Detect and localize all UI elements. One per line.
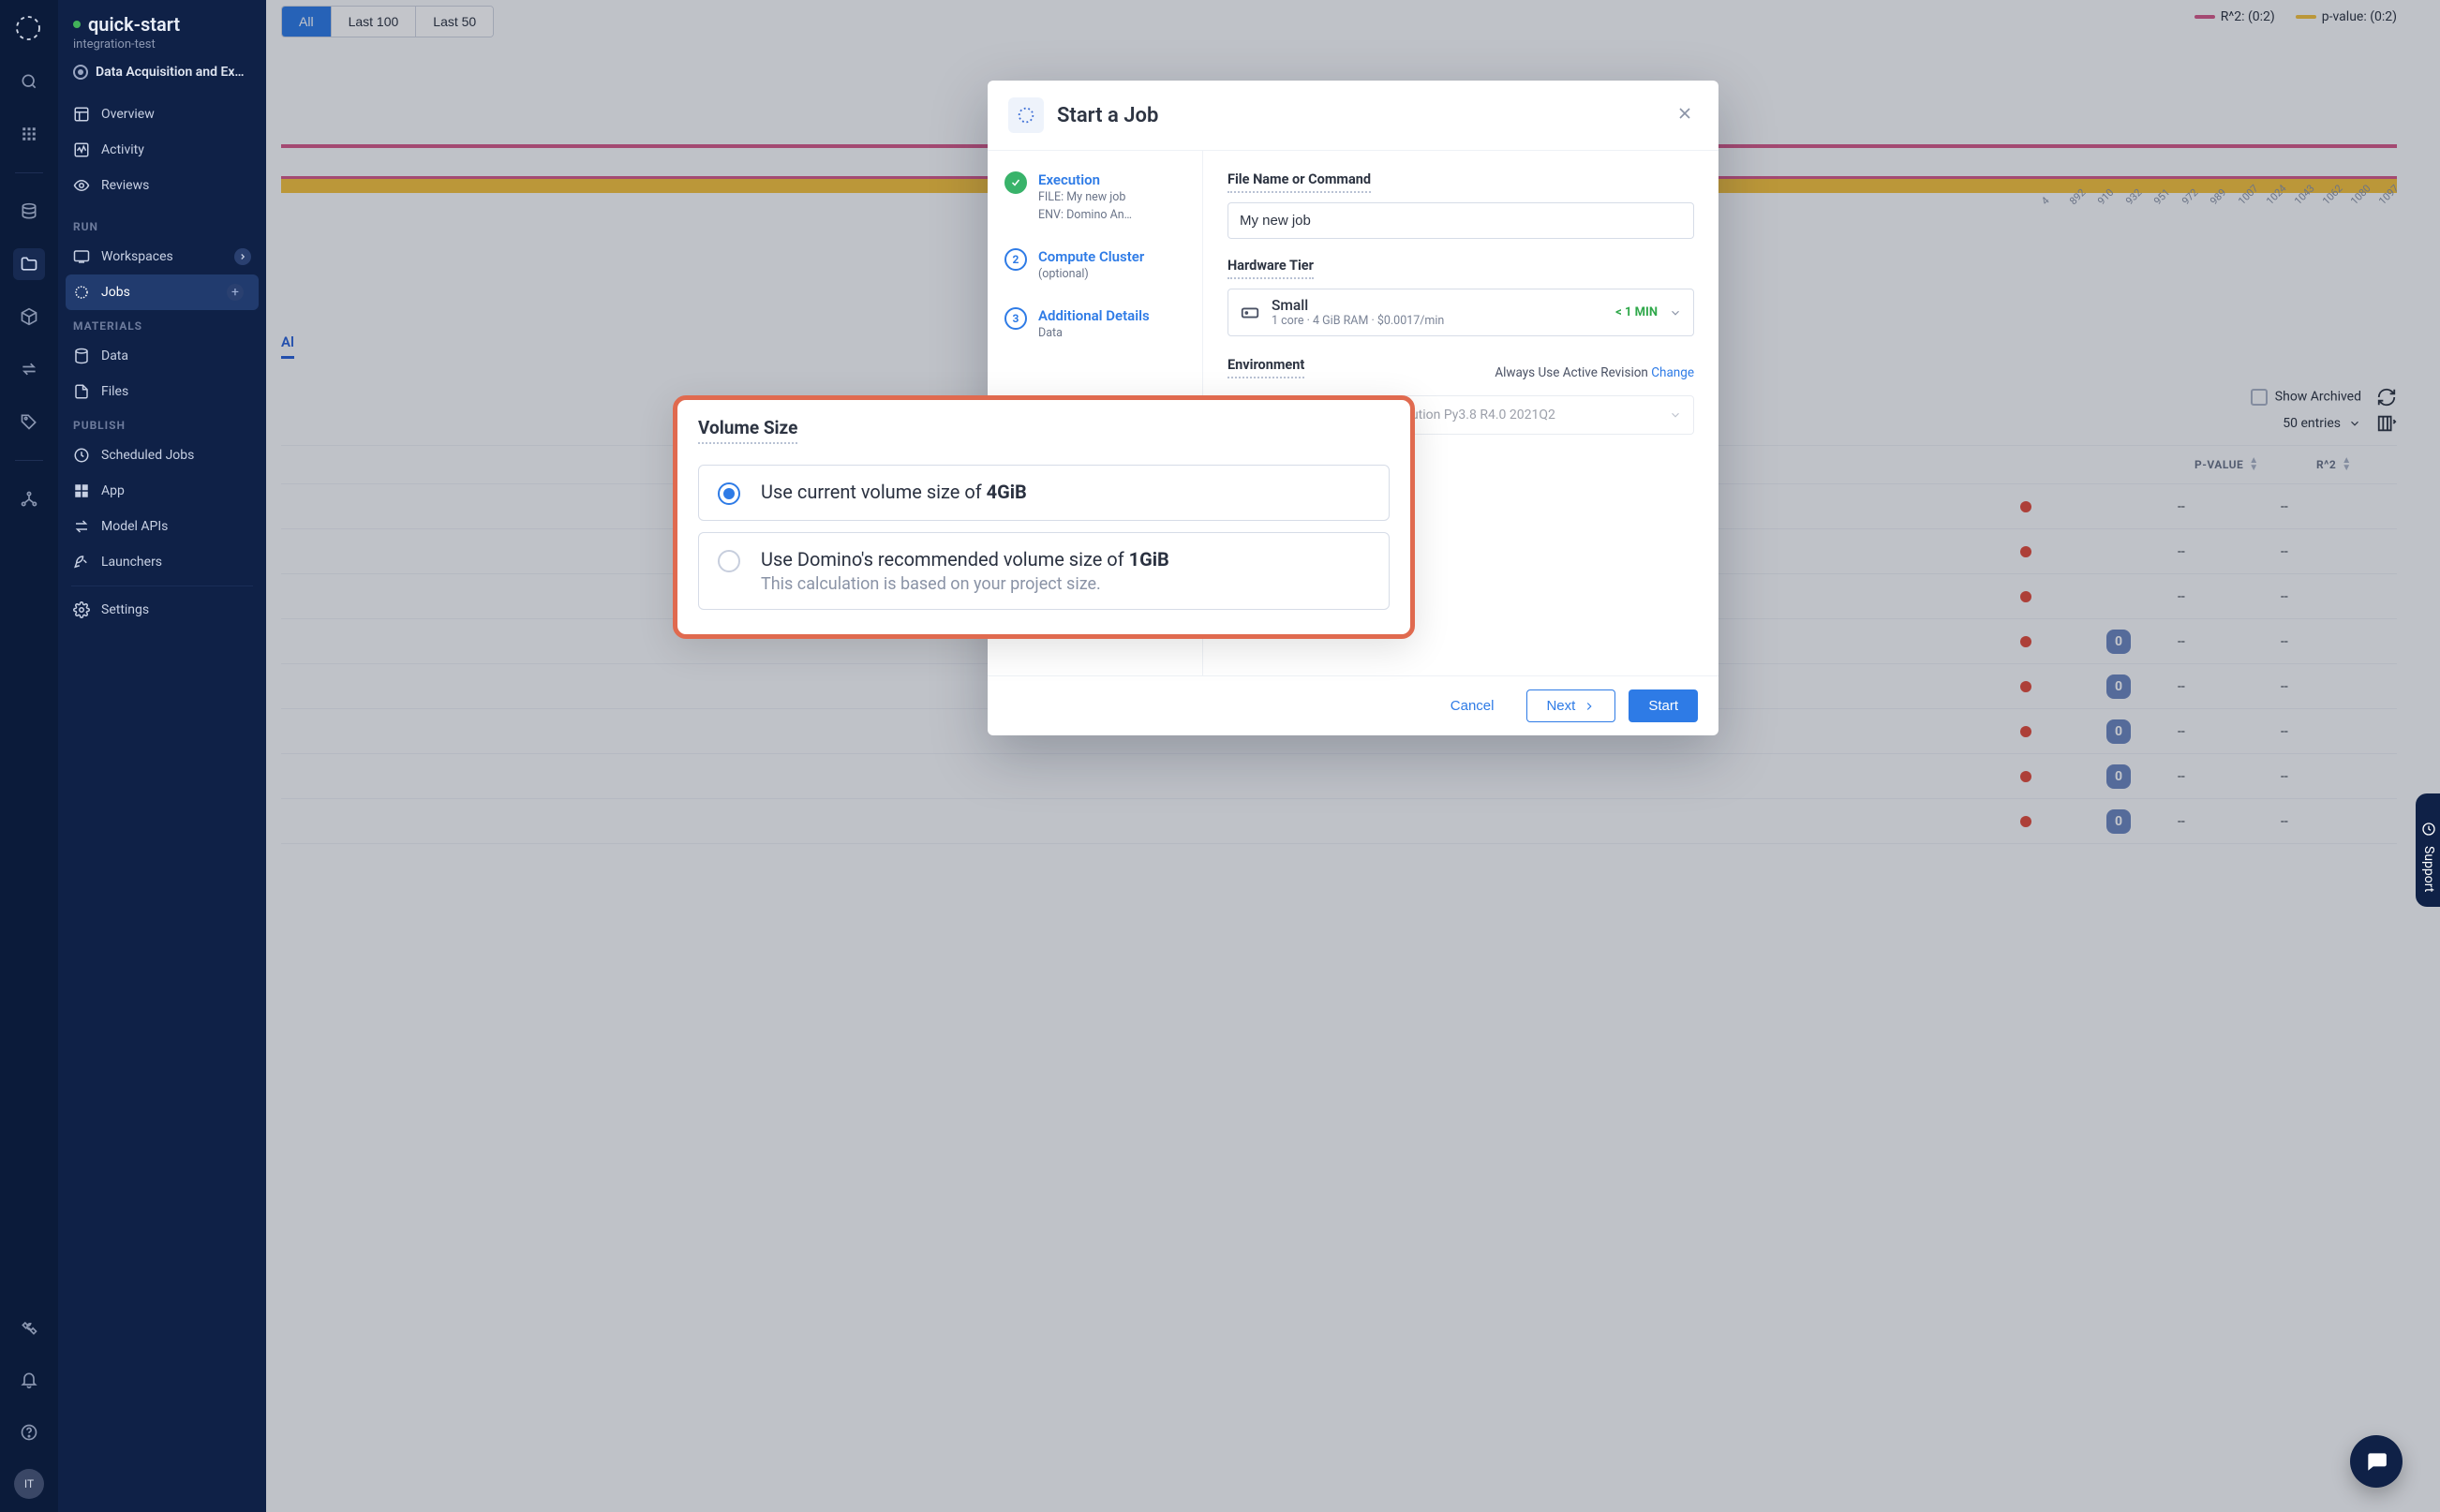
cancel-button[interactable]: Cancel bbox=[1431, 689, 1514, 722]
breadcrumb[interactable]: Data Acquisition and Ex… bbox=[73, 65, 251, 80]
sidebar-item-settings[interactable]: Settings bbox=[58, 592, 266, 628]
check-icon bbox=[1004, 171, 1027, 194]
volume-option-current[interactable]: Use current volume size of 4GiB bbox=[698, 465, 1390, 521]
step-compute-cluster[interactable]: 2Compute Cluster(optional) bbox=[1004, 248, 1185, 283]
tag-icon[interactable] bbox=[13, 406, 45, 437]
next-button[interactable]: Next bbox=[1526, 689, 1615, 722]
project-title: quick-start bbox=[88, 13, 180, 36]
sidebar-item-data[interactable]: Data bbox=[58, 338, 266, 374]
chevron-down-icon bbox=[1669, 408, 1682, 422]
search-icon[interactable] bbox=[13, 66, 45, 97]
add-icon[interactable]: + bbox=[227, 284, 244, 301]
wrench-icon[interactable] bbox=[13, 1312, 45, 1343]
sidebar-item-files[interactable]: Files bbox=[58, 374, 266, 409]
chat-fab[interactable] bbox=[2350, 1435, 2403, 1488]
sidebar-item-launchers[interactable]: Launchers bbox=[58, 544, 266, 580]
nodes-icon[interactable] bbox=[13, 483, 45, 515]
file-command-label: File Name or Command bbox=[1227, 171, 1371, 193]
icon-rail: IT bbox=[0, 0, 58, 1512]
folder-icon[interactable] bbox=[13, 248, 45, 280]
app-logo bbox=[13, 13, 45, 45]
chevron-down-icon bbox=[1669, 306, 1682, 319]
sidebar-item-reviews[interactable]: Reviews bbox=[58, 168, 266, 203]
status-dot-icon bbox=[73, 21, 81, 28]
volume-option-recommended[interactable]: Use Domino's recommended volume size of … bbox=[698, 532, 1390, 610]
change-env-link[interactable]: Change bbox=[1651, 365, 1694, 380]
file-command-input[interactable] bbox=[1227, 202, 1694, 239]
section-label-publish: PUBLISH bbox=[58, 409, 266, 437]
radio-selected-icon bbox=[718, 482, 740, 505]
sidebar: quick-start integration-test Data Acquis… bbox=[58, 0, 266, 1512]
hardware-tier-select[interactable]: Small1 core · 4 GiB RAM · $0.0017/min < … bbox=[1227, 289, 1694, 336]
help-icon[interactable] bbox=[13, 1416, 45, 1448]
environment-label: Environment bbox=[1227, 357, 1304, 378]
user-badge[interactable]: IT bbox=[14, 1469, 44, 1499]
sidebar-item-overview[interactable]: Overview bbox=[58, 96, 266, 132]
support-tab[interactable]: Support bbox=[2416, 793, 2440, 907]
start-button[interactable]: Start bbox=[1629, 689, 1698, 722]
close-icon[interactable] bbox=[1675, 104, 1698, 126]
database-icon[interactable] bbox=[13, 196, 45, 228]
chevron-right-icon bbox=[234, 248, 251, 265]
step-execution[interactable]: ExecutionFILE: My new jobENV: Domino An… bbox=[1004, 171, 1185, 224]
step-additional-details[interactable]: 3Additional DetailsData bbox=[1004, 307, 1185, 342]
volume-size-callout: Volume Size Use current volume size of 4… bbox=[673, 395, 1415, 639]
hw-time-badge: < 1 MIN bbox=[1615, 305, 1658, 319]
cube-icon[interactable] bbox=[13, 301, 45, 333]
main-content: All Last 100 Last 50 R^2: (0:2) p-value:… bbox=[266, 0, 2440, 1512]
modal-title: Start a Job bbox=[1057, 104, 1158, 127]
section-label-materials: MATERIALS bbox=[58, 310, 266, 338]
transfer-icon[interactable] bbox=[13, 353, 45, 385]
project-subtitle: integration-test bbox=[73, 37, 251, 52]
sidebar-item-activity[interactable]: Activity bbox=[58, 132, 266, 168]
sidebar-item-scheduled-jobs[interactable]: Scheduled Jobs bbox=[58, 437, 266, 473]
job-icon bbox=[1008, 97, 1044, 133]
sidebar-item-model-apis[interactable]: Model APIs bbox=[58, 509, 266, 544]
radio-unselected-icon bbox=[718, 550, 740, 572]
grid-icon[interactable] bbox=[13, 118, 45, 150]
sidebar-item-app[interactable]: App bbox=[58, 473, 266, 509]
bell-icon[interactable] bbox=[13, 1364, 45, 1396]
target-icon bbox=[73, 65, 88, 80]
hardware-tier-label: Hardware Tier bbox=[1227, 258, 1314, 279]
sidebar-item-jobs[interactable]: Jobs+ bbox=[66, 274, 259, 310]
volume-size-label: Volume Size bbox=[698, 417, 797, 444]
section-label-run: RUN bbox=[58, 211, 266, 239]
modal-overlay: Start a Job ExecutionFILE: My new jobENV… bbox=[266, 0, 2440, 1512]
sidebar-item-workspaces[interactable]: Workspaces bbox=[58, 239, 266, 274]
